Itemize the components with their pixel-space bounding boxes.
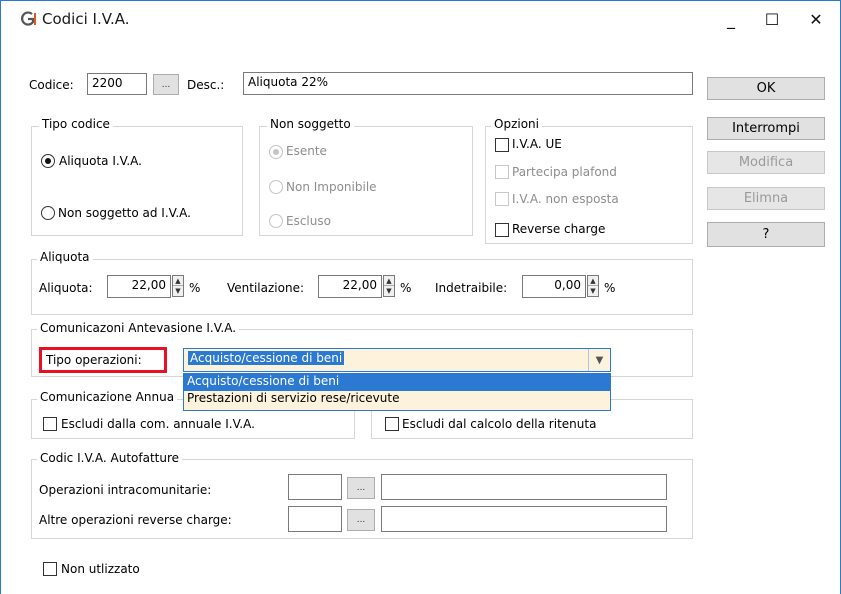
partecipa-plafond-label: Partecipa plafond <box>512 165 617 179</box>
title-bar: Codici I.V.A. _ ☐ ✕ <box>1 1 840 37</box>
aliquota-group-title: Aliquota <box>37 250 93 264</box>
non-imponibile-radio[interactable] <box>269 180 283 194</box>
reverse-charge-checkbox[interactable] <box>495 223 509 237</box>
tipo-codice-title: Tipo codice <box>39 117 113 131</box>
altre-label: Altre operazioni reverse charge: <box>39 513 232 527</box>
ventilazione-spinner[interactable]: ▲ ▼ <box>383 275 395 297</box>
non-soggetto-radio[interactable] <box>41 206 55 220</box>
aliquota-radio[interactable] <box>41 154 55 168</box>
maximize-button[interactable]: ☐ <box>749 1 795 37</box>
altre-code-input[interactable] <box>288 506 342 532</box>
app-logo-icon <box>21 11 36 26</box>
interrompi-button[interactable]: Interrompi <box>707 117 825 140</box>
iva-ue-label: I.V.A. UE <box>512 137 562 151</box>
reverse-charge-label: Reverse charge <box>512 222 606 236</box>
escludi-ritenuta-label: Escludi dal calcolo della ritenuta <box>402 417 597 431</box>
dialog-body: Codice: 2200 ... Desc.: Aliquota 22% OK … <box>1 37 840 594</box>
esente-radio[interactable] <box>269 145 283 159</box>
ventilazione-percent: % <box>400 281 412 295</box>
codice-browse-button[interactable]: ... <box>153 74 179 95</box>
indetraibile-spinner[interactable]: ▲ ▼ <box>587 275 599 297</box>
dropdown-option[interactable]: Prestazioni di servizio rese/ricevute <box>184 391 610 408</box>
antievasione-title: Comunicazoni Antevasione I.V.A. <box>37 321 240 335</box>
iva-non-esposta-checkbox[interactable] <box>495 192 509 206</box>
window-title: Codici I.V.A. <box>42 10 130 28</box>
dropdown-option[interactable]: Acquisto/cessione di beni <box>184 374 610 391</box>
partecipa-plafond-checkbox[interactable] <box>495 165 509 179</box>
desc-label: Desc.: <box>187 78 225 92</box>
modifica-button[interactable]: Modifica <box>707 151 825 174</box>
non-utilizzato-checkbox[interactable] <box>43 562 57 576</box>
escluso-radio[interactable] <box>269 214 283 228</box>
altre-browse-button[interactable]: ... <box>347 509 375 531</box>
aliquota-percent: % <box>189 281 201 295</box>
opzioni-title: Opzioni <box>491 117 542 131</box>
aliquota-spinner[interactable]: ▲ ▼ <box>172 275 184 297</box>
tipo-operazioni-select[interactable]: Acquisto/cessione di beni <box>183 348 611 372</box>
intracomunitarie-browse-button[interactable]: ... <box>347 477 375 499</box>
iva-ue-checkbox[interactable] <box>495 138 509 152</box>
intracomunitarie-code-input[interactable] <box>288 474 342 500</box>
chevron-down-icon[interactable]: ▼ <box>588 349 610 371</box>
escludi-annuale-label: Escludi dalla com. annuale I.V.A. <box>61 417 255 431</box>
indetraibile-label: Indetraibile: <box>435 281 508 295</box>
codice-input[interactable]: 2200 <box>87 73 147 95</box>
elimina-button[interactable]: Elimna <box>707 187 825 210</box>
ok-button[interactable]: OK <box>707 77 825 100</box>
non-utilizzato-label: Non utlizzato <box>61 562 140 576</box>
close-button[interactable]: ✕ <box>793 1 839 37</box>
escluso-label: Escluso <box>286 214 331 228</box>
autofatture-title: Codic I.V.A. Autofatture <box>37 451 183 465</box>
ventilazione-label: Ventilazione: <box>227 281 304 295</box>
aliquota-radio-label: Aliquota I.V.A. <box>59 154 142 168</box>
aliquota-input[interactable]: 22,00 <box>107 275 171 298</box>
tipo-operazioni-value: Acquisto/cessione di beni <box>188 351 345 365</box>
intracomunitarie-desc-input[interactable] <box>381 474 667 500</box>
non-imponibile-label: Non Imponibile <box>286 180 377 194</box>
intracomunitarie-label: Operazioni intracomunitarie: <box>39 483 212 497</box>
desc-input[interactable]: Aliquota 22% <box>243 72 693 95</box>
codice-label: Codice: <box>29 78 74 92</box>
non-soggetto-title: Non soggetto <box>267 117 354 131</box>
tipo-operazioni-dropdown: Acquisto/cessione di beni Prestazioni di… <box>183 373 611 411</box>
indetraibile-input[interactable]: 0,00 <box>522 275 586 298</box>
altre-desc-input[interactable] <box>381 506 667 532</box>
non-soggetto-radio-label: Non soggetto ad I.V.A. <box>58 206 191 220</box>
escludi-ritenuta-checkbox[interactable] <box>385 417 399 431</box>
dialog-window: Codici I.V.A. _ ☐ ✕ Codice: 2200 ... Des… <box>0 0 841 594</box>
iva-non-esposta-label: I.V.A. non esposta <box>512 192 619 206</box>
tipo-operazioni-label: Tipo operazioni: <box>39 347 167 373</box>
com-annuale-title: Comunicazione Annua <box>37 390 178 404</box>
esente-label: Esente <box>286 144 327 158</box>
ventilazione-input[interactable]: 22,00 <box>318 275 382 298</box>
minimize-button[interactable]: _ <box>708 1 754 37</box>
help-button[interactable]: ? <box>707 222 825 247</box>
indetraibile-percent: % <box>604 281 616 295</box>
aliquota-label: Aliquota: <box>39 281 93 295</box>
escludi-annuale-checkbox[interactable] <box>43 417 57 431</box>
